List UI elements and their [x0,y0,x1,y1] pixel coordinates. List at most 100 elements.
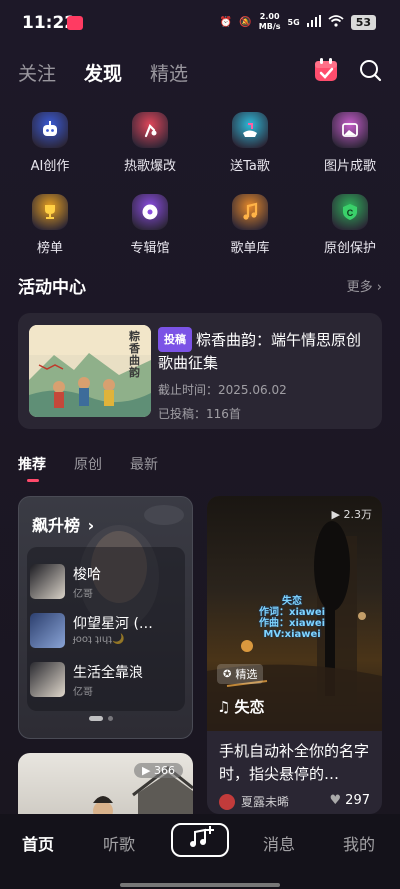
battery-indicator: 53 [350,14,376,30]
featured-tag-label: 精选 [235,668,258,681]
feature-item[interactable]: 歌单库 [200,194,300,256]
star-icon: ✪ [223,668,232,680]
nav-listen[interactable]: 听歌 [103,831,135,855]
music-note-icon: ♫ [217,697,231,716]
feature-item[interactable]: C 原创保护 [300,194,400,256]
heart-icon: ♥ [329,793,342,808]
tab-discover[interactable]: 发现 [84,59,122,86]
feature-label: 歌单库 [230,241,270,256]
rank-artist: ɟooʇ ʇıɥʇ🌙 [73,634,125,645]
rank-title-text: 飙升榜 [32,516,81,535]
feature-label: 榜单 [36,241,63,256]
poster-play-count: ▶ 366 [134,763,183,778]
app-notification-icon [67,16,83,30]
activity-cover-text: 粽香曲韵 [129,330,140,379]
feed-tabs: 推荐 原创 最新 [18,454,158,482]
lyric-line: MV:xiawei [263,629,321,640]
like-count: 297 [345,793,370,808]
feature-item[interactable]: 送Ta歌 [200,112,300,174]
section-title: 活动中心 [18,278,86,298]
feature-label: 热歌爆改 [123,159,176,174]
network-label: 5G [287,17,300,27]
tab-featured[interactable]: 精选 [150,59,188,86]
carousel-dot [108,716,113,721]
video-author[interactable]: 夏露未晞 [219,793,289,810]
rank-song-title: 梭哈 [73,567,101,583]
home-indicator [120,883,280,887]
music-note-icon [232,194,268,230]
copyright-shield-icon: C [332,194,368,230]
feature-item[interactable]: 热歌爆改 [100,112,200,174]
song-cover-image [30,613,65,648]
nav-mine[interactable]: 我的 [343,831,375,855]
robot-icon [32,112,68,148]
tab-latest[interactable]: 最新 [130,454,158,474]
more-link[interactable]: 更多 › [347,276,382,295]
nav-icons [312,56,382,88]
net-speed: 2.00 MB/s [259,12,281,32]
status-bar: 11:22 ⏰ 🔕 2.00 MB/s 5G 53 [0,0,400,46]
bottom-nav: 首页 听歌 消息 我的 [0,814,400,889]
rank-item[interactable]: 梭哈 亿哥 [30,564,170,602]
trophy-icon [32,194,68,230]
calendar-checkin-icon[interactable] [312,56,340,88]
rising-chart-card[interactable]: 飙升榜 › 梭哈 亿哥 仰望星河 (… ɟooʇ ʇıɥʇ🌙 生活全靠浪 亿哥 [18,496,193,739]
video-song: ♫ 失恋 [217,696,264,717]
activity-meta: 截止时间：2025.06.02 已投稿：116首 [158,381,372,423]
image-song-icon [332,112,368,148]
rank-song-title: 生活全靠浪 [73,665,143,681]
feature-item[interactable]: 专辑馆 [100,194,200,256]
video-play-count: ▶ 2.3万 [331,508,372,521]
video-description: 手机自动补全你的名字时，指尖悬停的… [219,742,370,783]
music-plus-icon [185,826,215,854]
video-song-title: 失恋 [234,698,265,716]
alarm-icon: ⏰ [219,16,233,28]
activity-card[interactable]: 粽香曲韵 投稿 粽香曲韵：端午情思原创歌曲征集 截止时间：2025.06.02 已… [18,313,382,429]
svg-text:C: C [347,208,354,218]
carousel-dots [89,716,113,721]
lyric-line: 作曲：xiawei [259,618,326,629]
signal-icon [306,14,321,30]
feature-label: 专辑馆 [130,241,170,256]
tab-recommend[interactable]: 推荐 [18,454,46,482]
album-icon [132,194,168,230]
feature-label: 图片成歌 [323,159,376,174]
create-music-button[interactable] [171,823,229,857]
feature-label: AI创作 [30,159,70,174]
featured-tag: ✪ 精选 [217,664,264,684]
nav-messages[interactable]: 消息 [263,831,295,855]
carousel-dot-active [89,716,103,721]
rank-item[interactable]: 仰望星河 (… ɟooʇ ʇıɥʇ🌙 [30,613,170,651]
search-icon[interactable] [358,58,382,86]
song-cover-image [30,662,65,697]
video-card[interactable]: ▶ 2.3万 失恋 作词：xiawei 作曲：xiawei MV:xiawei … [207,496,382,814]
like-button[interactable]: ♥ 297 [330,793,370,808]
wifi-icon [328,14,344,30]
submit-badge: 投稿 [158,327,192,352]
feature-item[interactable]: 榜单 [0,194,100,256]
activity-section-header: 活动中心 更多 › [18,273,382,298]
rank-artist: 亿哥 [73,687,93,698]
activity-info: 投稿 粽香曲韵：端午情思原创歌曲征集 截止时间：2025.06.02 已投稿：11… [158,327,372,423]
nav-home[interactable]: 首页 [22,831,54,855]
net-speed-unit: MB/s [258,22,281,31]
gift-song-icon [232,112,268,148]
feature-label: 送Ta歌 [230,159,270,174]
feature-item[interactable]: 图片成歌 [300,112,400,174]
tab-original[interactable]: 原创 [74,454,102,474]
author-name: 夏露未晞 [241,795,290,809]
activity-title-block: 投稿 粽香曲韵：端午情思原创歌曲征集 [158,327,372,375]
tab-follow[interactable]: 关注 [18,59,56,86]
feature-item[interactable]: AI创作 [0,112,100,174]
rank-song-title: 仰望星河 (… [73,616,153,632]
mute-icon: 🔕 [239,16,252,28]
chevron-right-icon: › [87,516,95,535]
rank-item[interactable]: 生活全靠浪 亿哥 [30,662,170,700]
hot-song-icon [132,112,168,148]
activity-cover-image: 粽香曲韵 [29,325,151,417]
avatar [219,793,235,810]
activity-submissions: 已投稿：116首 [158,407,241,421]
lyric-line: 作词：xiawei [259,607,326,618]
video-thumbnail: ▶ 2.3万 失恋 作词：xiawei 作曲：xiawei MV:xiawei … [207,496,382,731]
lyric-line: 失恋 [282,596,303,607]
